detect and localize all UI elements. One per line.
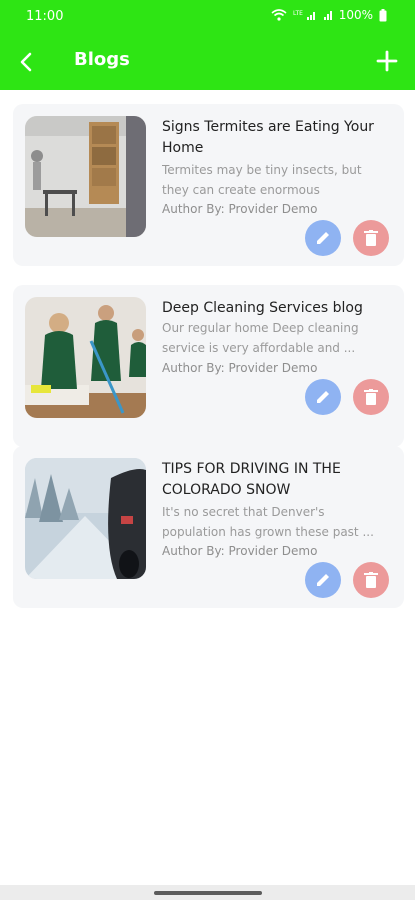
edit-button[interactable] xyxy=(305,220,341,256)
pencil-icon xyxy=(317,574,329,586)
blog-card[interactable]: Deep Cleaning Services blog Our regular … xyxy=(13,285,404,447)
signal-icon xyxy=(323,11,332,20)
pencil-icon xyxy=(317,391,329,403)
blog-card[interactable]: TIPS FOR DRIVING IN THE COLORADO SNOW It… xyxy=(13,446,404,608)
edit-button[interactable] xyxy=(305,379,341,415)
blog-description: Our regular home Deep cleaning service i… xyxy=(162,321,359,355)
system-nav-bar xyxy=(0,885,415,900)
status-icons: LTE 100% xyxy=(271,8,387,22)
blog-author: Author By: Provider Demo xyxy=(162,361,318,375)
wifi-icon xyxy=(271,9,287,21)
blog-title: Signs Termites are Eating Your Home xyxy=(162,119,374,156)
battery-percent: 100% xyxy=(338,8,373,22)
blog-author: Author By: Provider Demo xyxy=(162,544,318,558)
arrow-left-icon xyxy=(20,52,32,72)
blog-thumbnail xyxy=(25,297,146,418)
delete-button[interactable] xyxy=(353,562,389,598)
blog-description: It's no secret that Denver's population … xyxy=(162,505,374,539)
delete-button[interactable] xyxy=(353,379,389,415)
blog-card[interactable]: Signs Termites are Eating Your Home Term… xyxy=(13,104,404,266)
back-button[interactable] xyxy=(14,48,38,76)
blog-author: Author By: Provider Demo xyxy=(162,202,318,216)
pencil-icon xyxy=(317,232,329,244)
plus-icon xyxy=(376,50,398,72)
edit-button[interactable] xyxy=(305,562,341,598)
svg-text:LTE: LTE xyxy=(293,10,303,17)
add-blog-button[interactable] xyxy=(373,46,401,76)
blog-description: Termites may be tiny insects, but they c… xyxy=(162,163,362,197)
lte-signal-icon: LTE xyxy=(293,10,315,20)
status-time: 11:00 xyxy=(26,9,64,24)
status-bar: 11:00 LTE 100% xyxy=(0,0,415,34)
page-title: Blogs xyxy=(74,49,130,70)
delete-button[interactable] xyxy=(353,220,389,256)
trash-icon xyxy=(364,389,378,405)
trash-icon xyxy=(364,572,378,588)
trash-icon xyxy=(364,230,378,246)
app-bar: Blogs xyxy=(0,34,415,90)
blog-title: Deep Cleaning Services blog xyxy=(162,300,363,316)
blog-title: TIPS FOR DRIVING IN THE COLORADO SNOW xyxy=(162,461,341,498)
blog-thumbnail xyxy=(25,458,146,579)
blog-thumbnail xyxy=(25,116,146,237)
battery-icon xyxy=(379,8,387,21)
home-gesture-handle[interactable] xyxy=(154,891,262,895)
